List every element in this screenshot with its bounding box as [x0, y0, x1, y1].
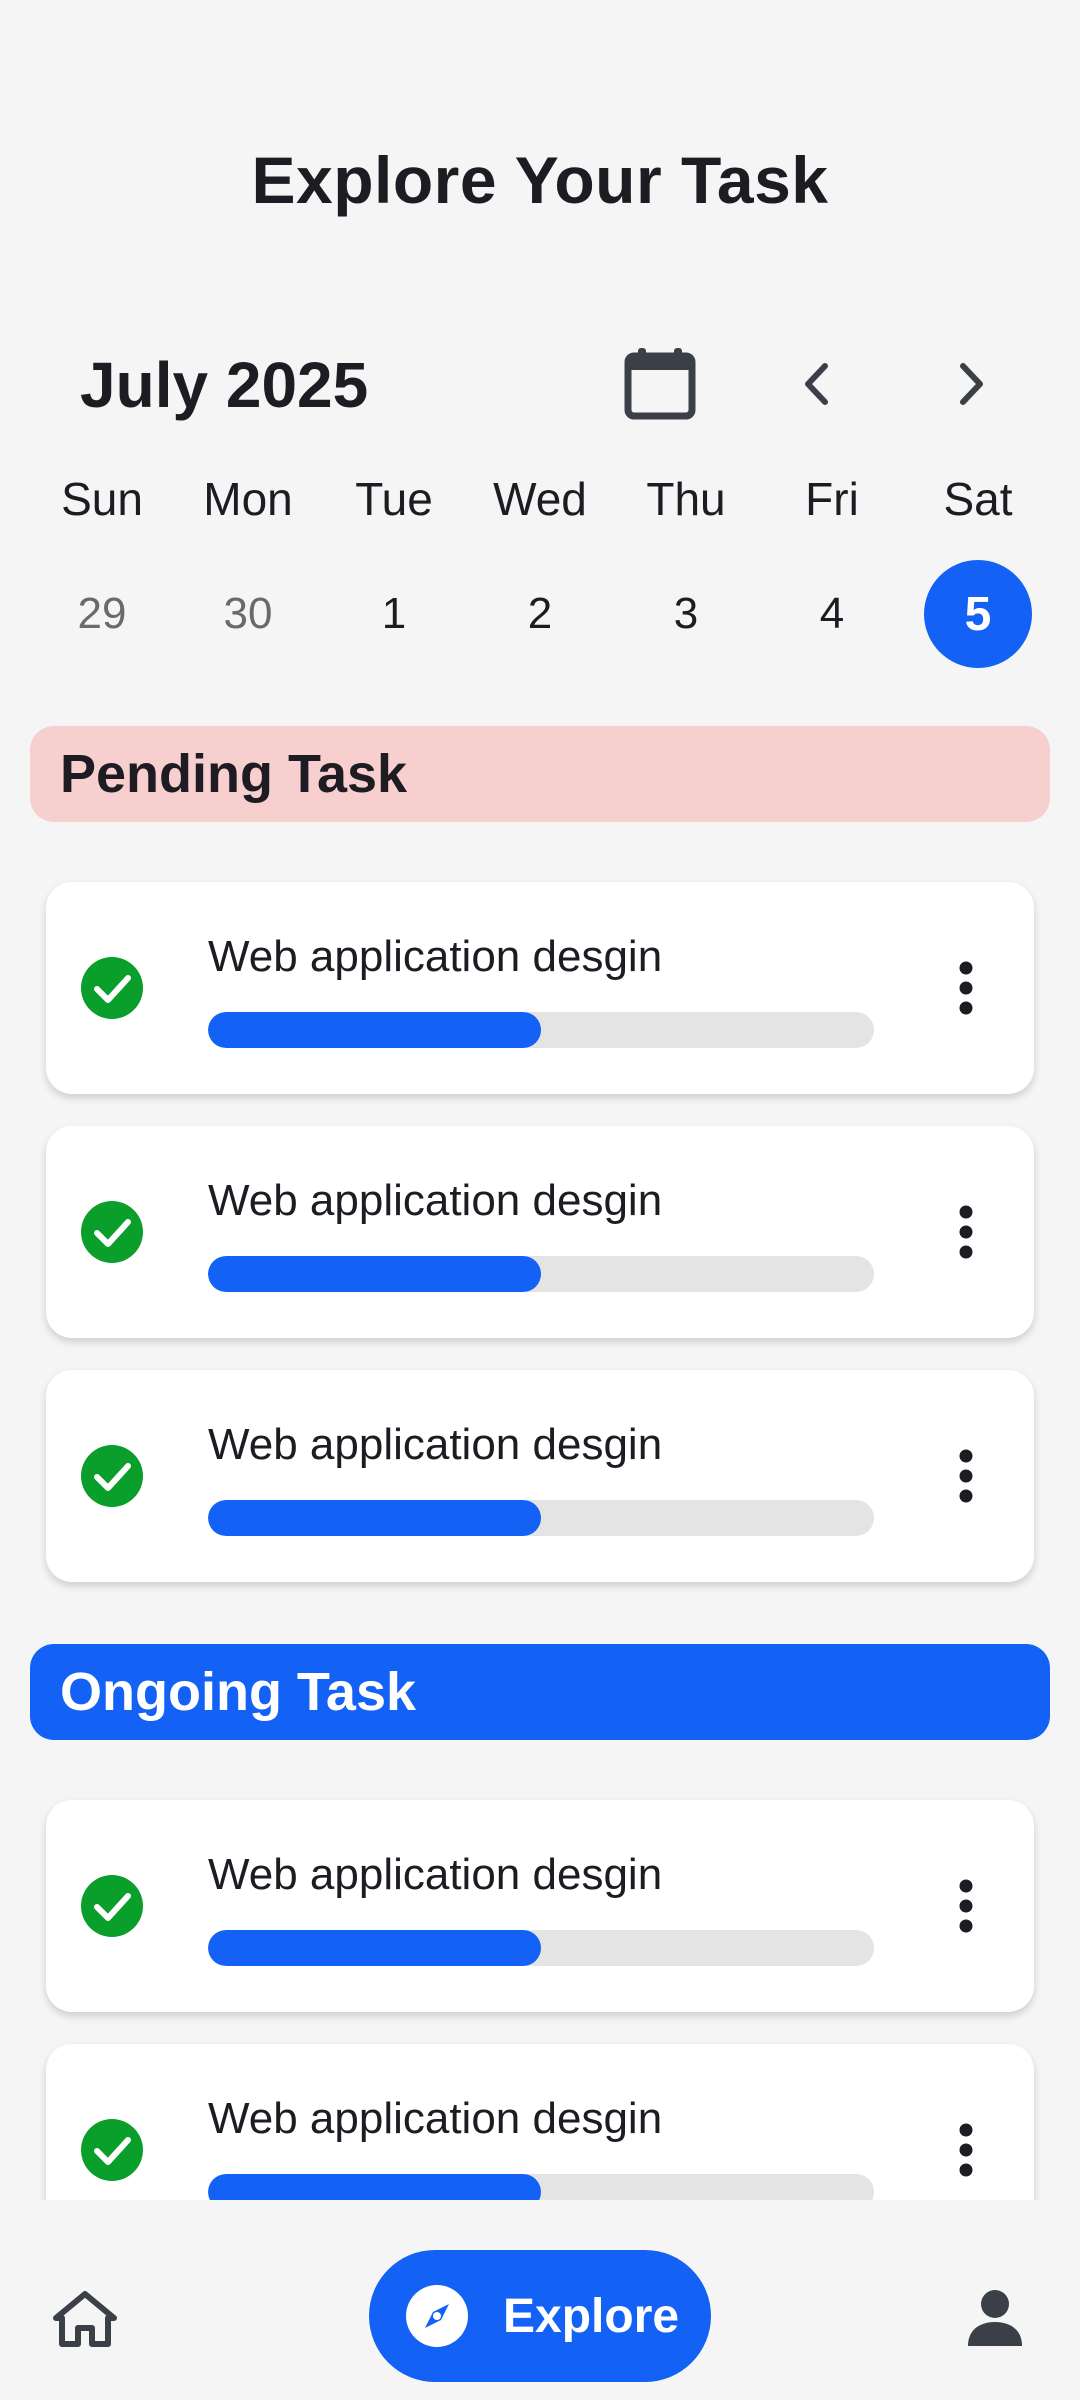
- task-progress-bar: [208, 1012, 874, 1048]
- pending-section-header: Pending Task: [30, 726, 1050, 822]
- check-circle-icon: [81, 1875, 143, 1937]
- profile-nav-button[interactable]: [960, 2282, 1030, 2352]
- bottom-navigation: Explore: [0, 2200, 1080, 2400]
- task-title: Web application desgin: [208, 1850, 663, 1899]
- task-title: Web application desgin: [208, 932, 663, 981]
- check-circle-icon: [81, 2119, 143, 2181]
- more-vertical-icon: [959, 1449, 973, 1503]
- task-progress-fill: [208, 1256, 541, 1292]
- home-nav-button[interactable]: [50, 2284, 120, 2354]
- more-vertical-icon: [959, 2123, 973, 2177]
- day-cell[interactable]: 1: [340, 560, 448, 668]
- task-progress-fill: [208, 1012, 541, 1048]
- check-circle-icon: [81, 1445, 143, 1507]
- home-icon: [53, 2291, 117, 2347]
- day-cell[interactable]: 29: [48, 560, 156, 668]
- explore-nav-button[interactable]: Explore: [369, 2250, 711, 2382]
- task-card[interactable]: Web application desgin: [46, 1126, 1034, 1338]
- day-cell[interactable]: 4: [778, 560, 886, 668]
- explore-screen: Explore Your Task July 2025 Sun Mon Tue …: [0, 0, 1080, 2400]
- task-progress-bar: [208, 1930, 874, 1966]
- day-cell[interactable]: 3: [632, 560, 740, 668]
- check-circle-icon: [81, 957, 143, 1019]
- task-progress-bar: [208, 1500, 874, 1536]
- weekday-wed: Wed: [493, 473, 587, 525]
- task-progress-fill: [208, 2174, 541, 2200]
- person-icon: [968, 2290, 1022, 2346]
- compass-icon: [406, 2285, 468, 2347]
- task-progress-bar: [208, 1256, 874, 1292]
- task-card[interactable]: Web application desgin: [46, 882, 1034, 1094]
- task-title: Web application desgin: [208, 2094, 663, 2143]
- more-vertical-icon: [959, 961, 973, 1015]
- day-cell-selected[interactable]: 5: [924, 560, 1032, 668]
- task-title: Web application desgin: [208, 1420, 663, 1469]
- weekday-mon: Mon: [203, 473, 293, 525]
- page-title: Explore Your Task: [251, 143, 829, 217]
- task-progress-fill: [208, 1930, 541, 1966]
- task-card[interactable]: Web application desgin: [46, 1800, 1034, 2012]
- more-options-button[interactable]: [946, 2110, 986, 2190]
- chevron-right-icon: [960, 363, 983, 405]
- task-title: Web application desgin: [208, 1176, 663, 1225]
- task-progress-bar: [208, 2174, 874, 2200]
- weekday-thu: Thu: [646, 473, 726, 525]
- explore-label: Explore: [503, 2289, 680, 2343]
- task-card[interactable]: Web application desgin: [46, 2044, 1034, 2200]
- chevron-left-icon: [805, 363, 828, 405]
- day-cell[interactable]: 30: [194, 560, 302, 668]
- ongoing-section-header: Ongoing Task: [30, 1644, 1050, 1740]
- next-month-button[interactable]: [938, 350, 1006, 418]
- more-options-button[interactable]: [946, 1192, 986, 1272]
- more-options-button[interactable]: [946, 948, 986, 1028]
- weekday-tue: Tue: [355, 473, 433, 525]
- weekday-sun: Sun: [61, 473, 143, 525]
- weekday-sat: Sat: [943, 473, 1013, 525]
- check-circle-icon: [81, 1201, 143, 1263]
- task-card[interactable]: Web application desgin: [46, 1370, 1034, 1582]
- more-vertical-icon: [959, 1205, 973, 1259]
- calendar-icon[interactable]: [622, 346, 698, 422]
- weekday-fri: Fri: [805, 473, 859, 525]
- day-cell[interactable]: 2: [486, 560, 594, 668]
- more-vertical-icon: [959, 1879, 973, 1933]
- more-options-button[interactable]: [946, 1866, 986, 1946]
- previous-month-button[interactable]: [782, 350, 850, 418]
- more-options-button[interactable]: [946, 1436, 986, 1516]
- month-label: July 2025: [80, 349, 369, 421]
- task-progress-fill: [208, 1500, 541, 1536]
- scroll-content[interactable]: Explore Your Task July 2025 Sun Mon Tue …: [0, 0, 1080, 2200]
